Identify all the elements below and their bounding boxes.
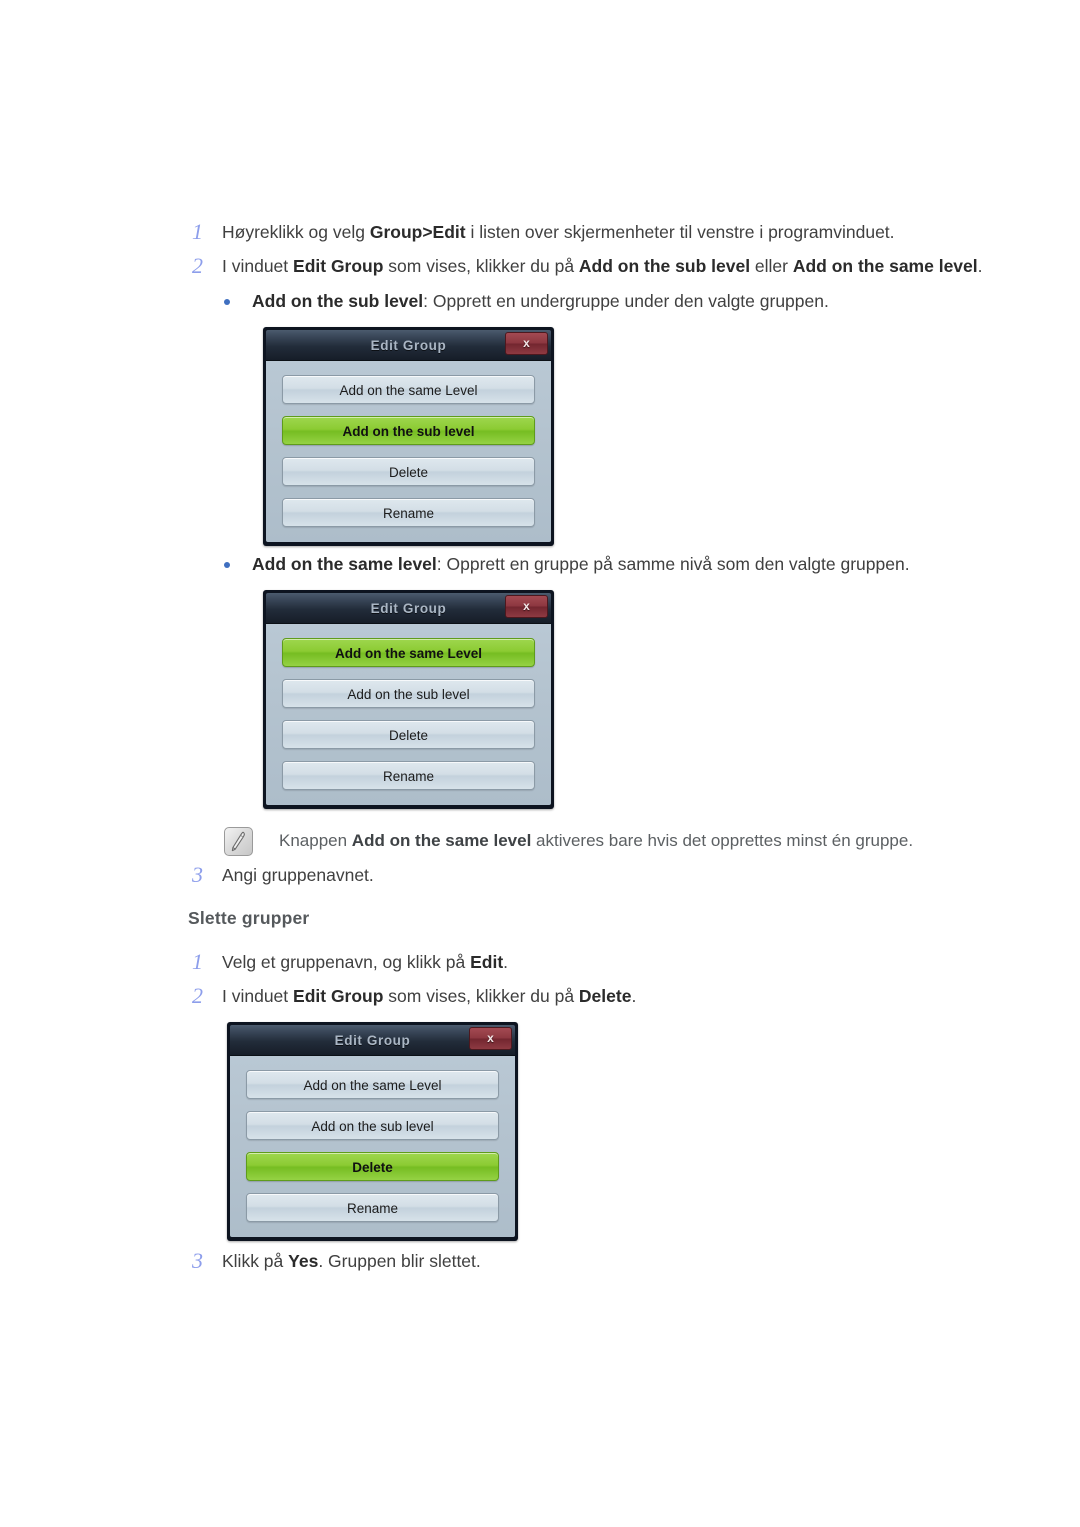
delete-button[interactable]: Delete — [282, 457, 535, 486]
step-item-1: 1 Høyreklikk og velg Group>Edit i listen… — [188, 219, 895, 245]
note-text: Knappen Add on the same level aktiveres … — [279, 831, 914, 850]
step-text: Velg et gruppenavn, og klikk på Edit. — [222, 952, 509, 972]
edit-group-dialog-1[interactable]: Edit Group x Add on the same Level Add o… — [263, 327, 554, 546]
bullet-text: Add on the same level: Opprett en gruppe… — [252, 554, 910, 574]
step-item-2: 2 I vinduet Edit Group som vises, klikke… — [188, 253, 983, 279]
dialog-body: Add on the same Level Add on the sub lev… — [230, 1056, 515, 1237]
bullet-item-same-level: Add on the same level: Opprett en gruppe… — [222, 551, 910, 577]
add-on-same-level-button[interactable]: Add on the same Level — [282, 375, 535, 404]
step-text: I vinduet Edit Group som vises, klikker … — [222, 986, 637, 1006]
dialog-body: Add on the same Level Add on the sub lev… — [266, 361, 551, 542]
add-on-same-level-button[interactable]: Add on the same Level — [246, 1070, 499, 1099]
step-text: I vinduet Edit Group som vises, klikker … — [222, 256, 983, 276]
close-icon[interactable]: x — [505, 332, 548, 355]
delete-button[interactable]: Delete — [246, 1152, 499, 1181]
close-icon[interactable]: x — [469, 1027, 512, 1050]
step-number: 3 — [192, 862, 203, 887]
step-text: Klikk på Yes. Gruppen blir slettet. — [222, 1251, 481, 1271]
add-on-sub-level-button[interactable]: Add on the sub level — [282, 416, 535, 445]
step-number: 3 — [192, 1248, 203, 1273]
add-on-same-level-button[interactable]: Add on the same Level — [282, 638, 535, 667]
document-page: 1 Høyreklikk og velg Group>Edit i listen… — [0, 0, 1080, 1527]
dialog-titlebar: Edit Group x — [230, 1025, 515, 1056]
bullet-dot-icon — [222, 288, 252, 314]
page-section-heading: Slette grupper — [188, 908, 310, 928]
bullet-text: Add on the sub level: Opprett en undergr… — [252, 291, 829, 311]
delete-step-item-2: 2 I vinduet Edit Group som vises, klikke… — [188, 983, 636, 1009]
bullet-item-sub-level: Add on the sub level: Opprett en undergr… — [222, 288, 829, 314]
close-icon[interactable]: x — [505, 595, 548, 618]
dialog-titlebar: Edit Group x — [266, 330, 551, 361]
add-on-sub-level-button[interactable]: Add on the sub level — [246, 1111, 499, 1140]
step-number: 2 — [192, 983, 203, 1008]
step-number: 1 — [192, 949, 203, 974]
rename-button[interactable]: Rename — [246, 1193, 499, 1222]
step-number: 1 — [192, 219, 203, 244]
bullet-dot-icon — [222, 551, 252, 577]
edit-group-dialog-2[interactable]: Edit Group x Add on the same Level Add o… — [263, 590, 554, 809]
step-text: Angi gruppenavnet. — [222, 865, 374, 885]
note-pencil-icon — [224, 827, 253, 856]
note-callout: Knappen Add on the same level aktiveres … — [224, 826, 913, 856]
delete-step-item-3: 3 Klikk på Yes. Gruppen blir slettet. — [188, 1248, 481, 1274]
step-item-3: 3 Angi gruppenavnet. — [188, 862, 374, 888]
dialog-body: Add on the same Level Add on the sub lev… — [266, 624, 551, 805]
step-text: Høyreklikk og velg Group>Edit i listen o… — [222, 222, 895, 242]
delete-step-item-1: 1 Velg et gruppenavn, og klikk på Edit. — [188, 949, 508, 975]
add-on-sub-level-button[interactable]: Add on the sub level — [282, 679, 535, 708]
rename-button[interactable]: Rename — [282, 498, 535, 527]
dialog-titlebar: Edit Group x — [266, 593, 551, 624]
step-number: 2 — [192, 253, 203, 278]
rename-button[interactable]: Rename — [282, 761, 535, 790]
delete-button[interactable]: Delete — [282, 720, 535, 749]
edit-group-dialog-3[interactable]: Edit Group x Add on the same Level Add o… — [227, 1022, 518, 1241]
